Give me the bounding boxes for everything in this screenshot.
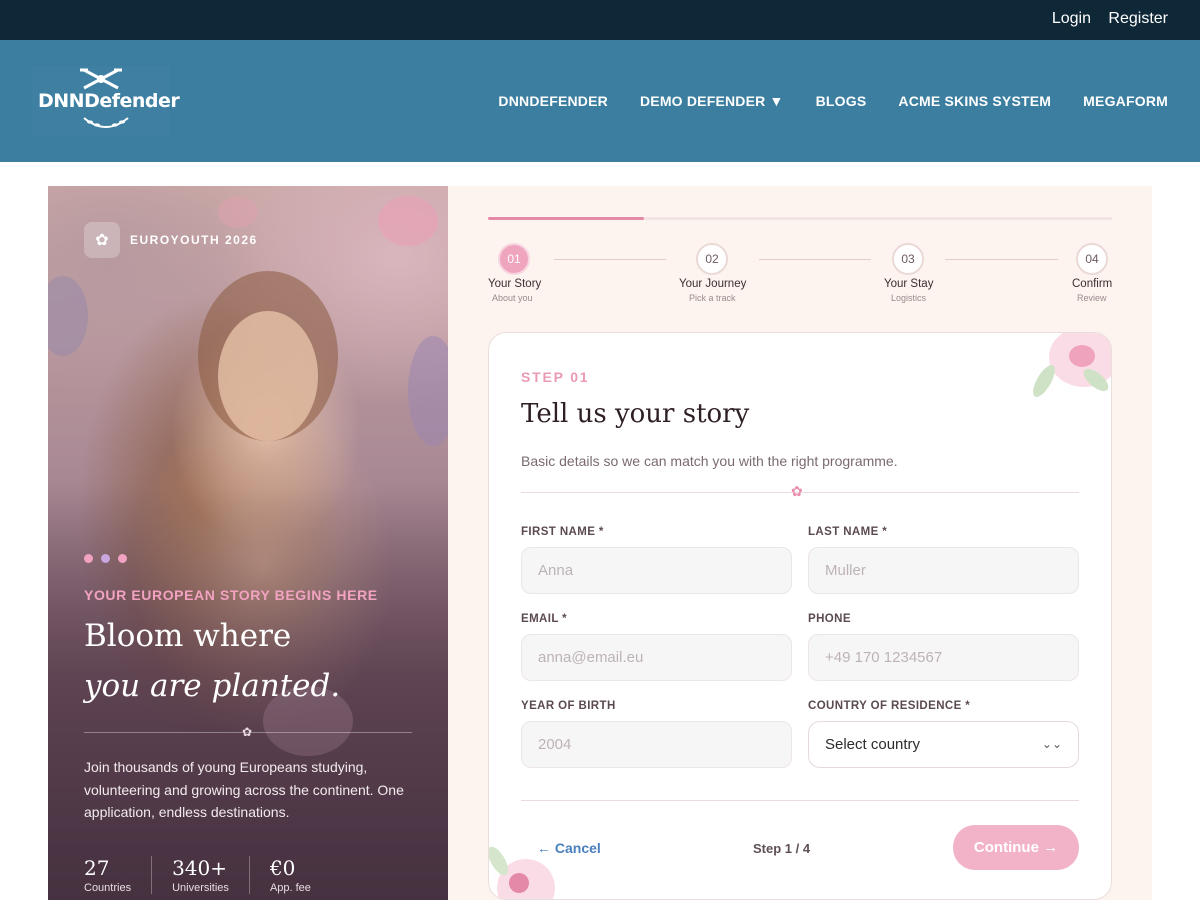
login-link[interactable]: Login: [1052, 10, 1091, 28]
first-name-label: FIRST NAME *: [521, 526, 604, 538]
flower-decoration: [1028, 361, 1060, 401]
laurel-icon: [83, 117, 129, 128]
form-description: Basic details so we can match you with t…: [521, 453, 898, 469]
step-4-sublabel: Review: [1077, 293, 1107, 303]
hero-panel: ✿ EUROYOUTH 2026 YOUR EUROPEAN STORY BEG…: [48, 186, 448, 900]
stat-label: Universities: [172, 882, 229, 894]
stat-value: 27: [84, 856, 110, 880]
flower-badge-icon: ✿: [84, 222, 120, 258]
progress-bar: [488, 217, 1112, 220]
step-2-label: Your Journey: [679, 278, 747, 290]
hero-photo-decoration: [218, 196, 258, 228]
stat-label: Countries: [84, 882, 132, 894]
main-nav: DNNDEFENDER DEMO DEFENDER ▼ BLOGS ACME S…: [498, 93, 1168, 109]
step-eyebrow: STEP 01: [521, 369, 590, 385]
hero-photo-decoration: [48, 276, 88, 356]
hero-photo-decoration: [408, 336, 448, 446]
nav-item-dnndefender[interactable]: DNNDEFENDER: [498, 93, 608, 109]
flower-decoration: [509, 873, 529, 893]
stepper-connector: [945, 259, 1058, 260]
year-of-birth-label: YEAR OF BIRTH: [521, 700, 616, 712]
stat-value: €0: [269, 856, 296, 880]
stat-app-fee: €0 App. fee: [270, 856, 331, 894]
year-of-birth-input[interactable]: [521, 721, 792, 768]
stat-label: App. fee: [269, 882, 311, 894]
step-1-sublabel: About you: [492, 293, 533, 303]
crossed-swords-icon: [80, 68, 122, 90]
stat-universities: 340+ Universities: [172, 856, 250, 894]
nav-item-demo-defender[interactable]: DEMO DEFENDER ▼: [640, 93, 784, 109]
carousel-dot[interactable]: [118, 554, 127, 563]
stepper-connector: [554, 259, 666, 260]
hero-photo-decoration: [218, 311, 318, 441]
step-1-label: Your Story: [488, 278, 542, 290]
email-label: EMAIL *: [521, 613, 568, 625]
flower-decoration: [1069, 345, 1095, 367]
hero-headline-italic: you are planted.: [84, 668, 341, 704]
hero-photo-decoration: [378, 196, 438, 246]
top-utility-bar: Login Register: [0, 0, 1200, 40]
last-name-label: LAST NAME *: [808, 526, 888, 538]
carousel-dots: [84, 554, 127, 563]
carousel-dot[interactable]: [101, 554, 110, 563]
stepper-connector: [759, 259, 871, 260]
flower-icon: ✿: [242, 725, 253, 739]
footer-divider: [521, 800, 1079, 801]
nav-item-megaform[interactable]: MEGAFORM: [1083, 93, 1168, 109]
stat-countries: 27 Countries: [84, 856, 153, 894]
phone-input[interactable]: [808, 634, 1079, 681]
cancel-button[interactable]: ← Cancel: [537, 840, 601, 856]
register-link[interactable]: Register: [1108, 10, 1168, 28]
form-card: STEP 01 Tell us your story Basic details…: [488, 332, 1112, 900]
step-3-sublabel: Logistics: [891, 293, 927, 303]
step-3-circle[interactable]: 03: [892, 243, 924, 275]
site-header: DNNDefender DNNDEFENDER DEMO DEFENDER ▼ …: [0, 40, 1200, 162]
step-4-circle[interactable]: 04: [1076, 243, 1108, 275]
country-select-value: Select country: [825, 736, 921, 753]
last-name-input[interactable]: [808, 547, 1079, 594]
form-title: Tell us your story: [521, 399, 750, 429]
logo-wordmark: DNNDefender: [38, 90, 180, 112]
country-label: COUNTRY OF RESIDENCE *: [808, 700, 971, 712]
form-panel: 01 Your Story About you 02 Your Journey …: [448, 186, 1152, 900]
step-2-sublabel: Pick a track: [689, 293, 736, 303]
nav-item-acme-skins-system[interactable]: ACME SKINS SYSTEM: [898, 93, 1051, 109]
step-1-circle[interactable]: 01: [498, 243, 530, 275]
nav-item-blogs[interactable]: BLOGS: [816, 93, 867, 109]
phone-label: PHONE: [808, 613, 851, 625]
country-select[interactable]: Select country ⌄⌄: [808, 721, 1079, 768]
hero-headline: Bloom where: [84, 618, 292, 654]
step-counter: Step 1 / 4: [753, 841, 811, 856]
hero-stats: 27 Countries 340+ Universities €0 App. f…: [84, 856, 351, 894]
step-3-label: Your Stay: [884, 278, 934, 290]
hero-paragraph: Join thousands of young Europeans studyi…: [84, 759, 404, 820]
progress-fill: [488, 217, 644, 220]
flower-icon: ✿: [791, 483, 803, 499]
first-name-input[interactable]: [521, 547, 792, 594]
email-input[interactable]: [521, 634, 792, 681]
step-2-circle[interactable]: 02: [696, 243, 728, 275]
step-4-label: Confirm: [1072, 278, 1113, 290]
carousel-dot[interactable]: [84, 554, 93, 563]
stat-value: 340+: [172, 856, 228, 880]
hero-tagline: YOUR EUROPEAN STORY BEGINS HERE: [84, 587, 378, 603]
chevron-down-icon: ⌄⌄: [1041, 737, 1062, 751]
continue-button[interactable]: Continue →: [953, 825, 1079, 870]
site-logo[interactable]: DNNDefender: [32, 66, 180, 136]
hero-brand: EUROYOUTH 2026: [130, 233, 258, 247]
